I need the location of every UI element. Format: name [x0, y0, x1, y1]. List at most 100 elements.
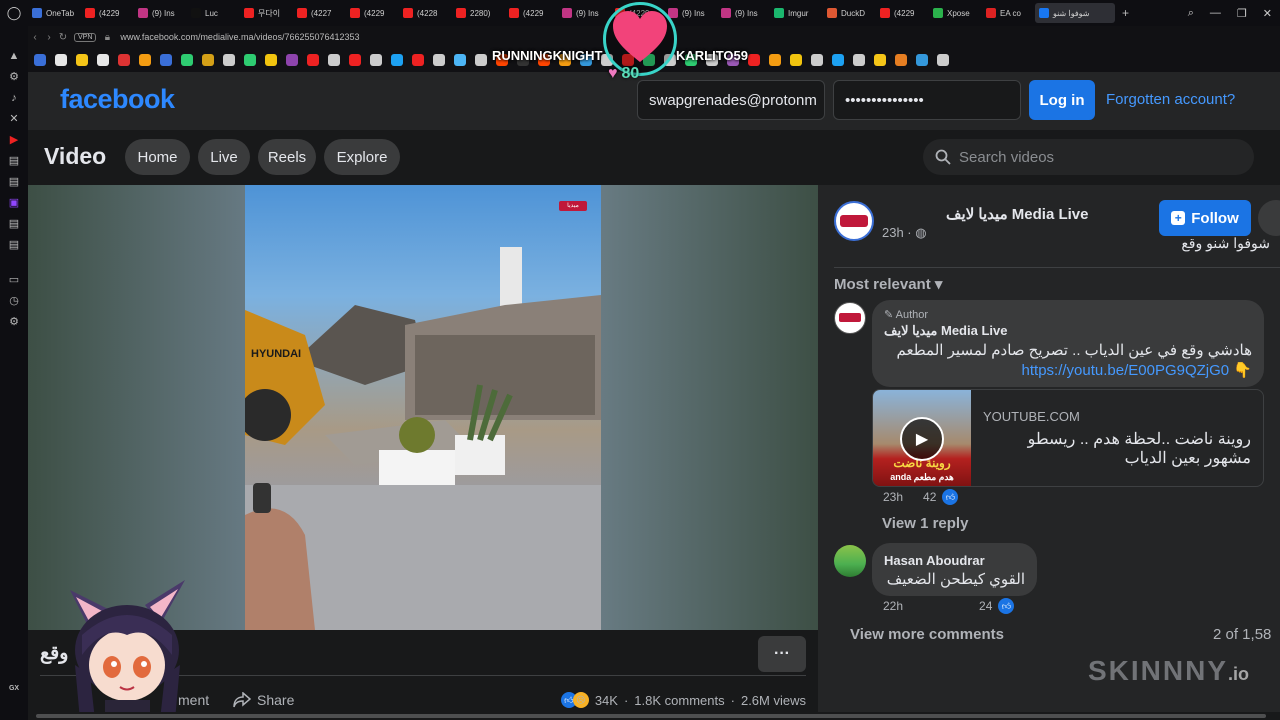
play-icon[interactable]: ▶: [900, 417, 944, 461]
settings-icon[interactable]: ⚙: [8, 71, 20, 83]
view-more-comments-link[interactable]: View more comments: [850, 626, 1004, 643]
browser-tab[interactable]: Imgur: [770, 3, 822, 23]
bookmark-icon[interactable]: [811, 54, 823, 66]
email-field[interactable]: swapgrenades@protonm: [637, 80, 825, 120]
video-player[interactable]: HYUNDAI ميديا: [28, 185, 818, 630]
file-icon[interactable]: ▤: [8, 176, 20, 188]
bookmark-icon[interactable]: [328, 54, 340, 66]
like-count[interactable]: 24: [979, 599, 992, 613]
bookmark-icon[interactable]: [853, 54, 865, 66]
browser-tab[interactable]: (4227: [293, 3, 345, 23]
lock-icon[interactable]: 🔒︎: [100, 32, 114, 43]
page-avatar[interactable]: [834, 201, 874, 241]
bookmark-icon[interactable]: [412, 54, 424, 66]
history-icon[interactable]: ◷: [8, 295, 20, 307]
bookmark-icon[interactable]: [139, 54, 151, 66]
browser-tab[interactable]: OneTab: [28, 3, 80, 23]
bookmark-icon[interactable]: [160, 54, 172, 66]
avatar[interactable]: [834, 302, 866, 334]
forgot-account-link[interactable]: Forgotten account?: [1106, 91, 1235, 108]
bookmark-icon[interactable]: [244, 54, 256, 66]
twitch-icon[interactable]: ▣: [8, 197, 20, 209]
comment-author[interactable]: Hasan Aboudrar: [884, 553, 1025, 568]
comment-time[interactable]: 22h: [883, 599, 903, 613]
browser-tab[interactable]: (9) Ins: [717, 3, 769, 23]
browser-tab[interactable]: 무다이: [240, 3, 292, 23]
vpn-badge[interactable]: VPN: [74, 32, 97, 42]
search-input[interactable]: Search videos: [923, 139, 1254, 175]
bookmark-icon[interactable]: [937, 54, 949, 66]
password-field[interactable]: •••••••••••••••: [833, 80, 1021, 120]
bookmark-icon[interactable]: [895, 54, 907, 66]
comment-link[interactable]: https://youtu.be/E00PG9QZjG0 👇: [884, 361, 1252, 379]
more-options-button[interactable]: ···: [758, 636, 806, 672]
bookmark-icon[interactable]: [181, 54, 193, 66]
x-icon[interactable]: ✕: [8, 113, 20, 125]
comment-count[interactable]: 1.8K comments: [634, 693, 724, 708]
page-name[interactable]: ميديا لايف Media Live: [946, 205, 1088, 223]
new-tab-button[interactable]: +: [1116, 6, 1135, 20]
youtube-icon[interactable]: ▶: [8, 134, 20, 146]
bookmark-icon[interactable]: [118, 54, 130, 66]
tab-reels[interactable]: Reels: [258, 139, 316, 175]
bookmark-icon[interactable]: [55, 54, 67, 66]
link-preview-card[interactable]: روينة ناضت anda هدم مطعم ▶ YOUTUBE.COM ر…: [872, 389, 1264, 487]
share-button[interactable]: Share: [233, 692, 294, 708]
bookmark-icon[interactable]: [454, 54, 466, 66]
more-button[interactable]: [1258, 200, 1280, 236]
video-frame[interactable]: HYUNDAI ميديا: [245, 185, 601, 630]
bookmark-icon[interactable]: [76, 54, 88, 66]
bookmark-icon[interactable]: [475, 54, 487, 66]
login-button[interactable]: Log in: [1029, 80, 1095, 120]
close-icon[interactable]: ✕: [1263, 7, 1272, 20]
browser-tab[interactable]: (4229: [505, 3, 557, 23]
bookmark-icon[interactable]: [748, 54, 760, 66]
bookmark-icon[interactable]: [790, 54, 802, 66]
search-icon[interactable]: ⌕: [1188, 7, 1194, 20]
browser-tab[interactable]: (9) Ins: [558, 3, 610, 23]
bookmark-icon[interactable]: [433, 54, 445, 66]
browser-tab[interactable]: شوفوا شنو: [1035, 3, 1115, 23]
bookmark-icon[interactable]: [34, 54, 46, 66]
avatar[interactable]: [834, 545, 866, 577]
browser-tab[interactable]: EA co: [982, 3, 1034, 23]
browser-tab[interactable]: (9) Ins: [134, 3, 186, 23]
bookmark-icon[interactable]: [307, 54, 319, 66]
follow-button[interactable]: + Follow: [1159, 200, 1251, 236]
bookmark-icon[interactable]: [202, 54, 214, 66]
maximize-icon[interactable]: ❐: [1237, 7, 1247, 20]
file-icon[interactable]: ▤: [8, 218, 20, 230]
link-title[interactable]: روينة ناضت ..لحظة هدم .. ريسطو مشهور بعي…: [991, 430, 1251, 468]
browser-tab[interactable]: DuckD: [823, 3, 875, 23]
bookmark-icon[interactable]: [769, 54, 781, 66]
bookmark-icon[interactable]: [832, 54, 844, 66]
tab-live[interactable]: Live: [198, 139, 250, 175]
reload-icon[interactable]: ↻: [56, 32, 70, 43]
tab-explore[interactable]: Explore: [324, 139, 400, 175]
sort-dropdown[interactable]: Most relevant ▾: [834, 275, 942, 293]
bookmark-icon[interactable]: [916, 54, 928, 66]
comment-author[interactable]: ميديا لايف Media Live: [884, 323, 1252, 339]
bookmark-icon[interactable]: [370, 54, 382, 66]
browser-tab[interactable]: 2280): [452, 3, 504, 23]
back-icon[interactable]: ‹: [28, 32, 42, 43]
bookmark-icon[interactable]: [265, 54, 277, 66]
horizontal-scrollbar[interactable]: [28, 712, 1280, 720]
bookmark-icon[interactable]: [223, 54, 235, 66]
tiktok-icon[interactable]: ♪: [8, 92, 20, 104]
wallet-icon[interactable]: ▭: [8, 274, 20, 286]
minimize-icon[interactable]: —: [1210, 7, 1221, 19]
bookmark-icon[interactable]: [874, 54, 886, 66]
browser-tab[interactable]: (4228: [399, 3, 451, 23]
facebook-logo[interactable]: facebook: [60, 84, 175, 115]
browser-tab[interactable]: (4229: [876, 3, 928, 23]
comment-time[interactable]: 23h: [883, 490, 903, 504]
bookmark-icon[interactable]: [391, 54, 403, 66]
aria-icon[interactable]: ▲: [8, 50, 20, 62]
file-icon[interactable]: ▤: [8, 155, 20, 167]
bookmark-icon[interactable]: [286, 54, 298, 66]
url-field[interactable]: www.facebook.com/medialive.ma/videos/766…: [120, 32, 359, 42]
browser-tab[interactable]: (4229: [346, 3, 398, 23]
view-replies-link[interactable]: View 1 reply: [882, 515, 968, 532]
like-count[interactable]: 42: [923, 490, 936, 504]
